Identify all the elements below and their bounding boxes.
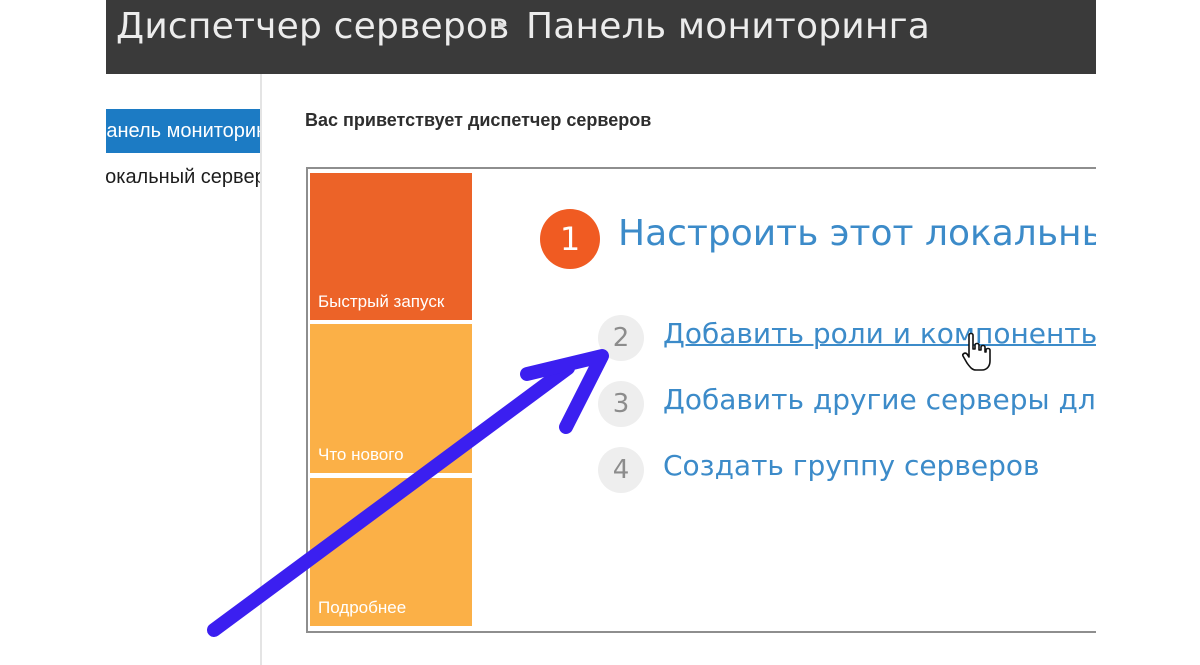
create-server-group-link[interactable]: Создать группу серверов (663, 449, 1039, 482)
step-number-2: 2 (598, 315, 644, 361)
dashboard-content: Вас приветствует диспетчер серверов Быст… (262, 74, 1096, 665)
sidebar-item-label: Панель мониторинга (106, 120, 260, 142)
breadcrumb-separator-icon: ▸ (498, 14, 508, 35)
step-number-3: 3 (598, 381, 644, 427)
server-manager-window: Диспетчер серверов ▸ Панель мониторинга … (106, 0, 1096, 665)
step-number-1: 1 (540, 209, 600, 269)
tile-quick-start[interactable]: Быстрый запуск (310, 173, 472, 320)
breadcrumb-current: Панель мониторинга (526, 6, 930, 47)
breadcrumb-root[interactable]: Диспетчер серверов (116, 6, 510, 47)
tile-label: Быстрый запуск (318, 292, 445, 311)
tile-whats-new[interactable]: Что нового (310, 324, 472, 473)
welcome-tile-panel: Быстрый запуск Что нового Подробнее 1 На… (306, 167, 1096, 633)
title-bar: Диспетчер серверов ▸ Панель мониторинга (106, 0, 1096, 74)
sidebar-item-dashboard[interactable]: Панель мониторинга (106, 109, 260, 153)
step-configure-local-server[interactable]: Настроить этот локальный сервер (618, 213, 1096, 254)
step-number-4: 4 (598, 447, 644, 493)
sidebar-item-label: Локальный сервер (106, 166, 260, 188)
sidebar-item-local-server[interactable]: Локальный сервер (106, 155, 260, 199)
sidebar: Панель мониторинга Локальный сервер (106, 74, 260, 665)
add-roles-link[interactable]: Добавить роли и компоненты (663, 317, 1096, 350)
add-servers-link[interactable]: Добавить другие серверы для управления (663, 383, 1096, 416)
tile-learn-more[interactable]: Подробнее (310, 478, 472, 626)
tile-label: Подробнее (318, 598, 407, 617)
tile-label: Что нового (318, 445, 404, 464)
welcome-heading: Вас приветствует диспетчер серверов (305, 110, 652, 130)
